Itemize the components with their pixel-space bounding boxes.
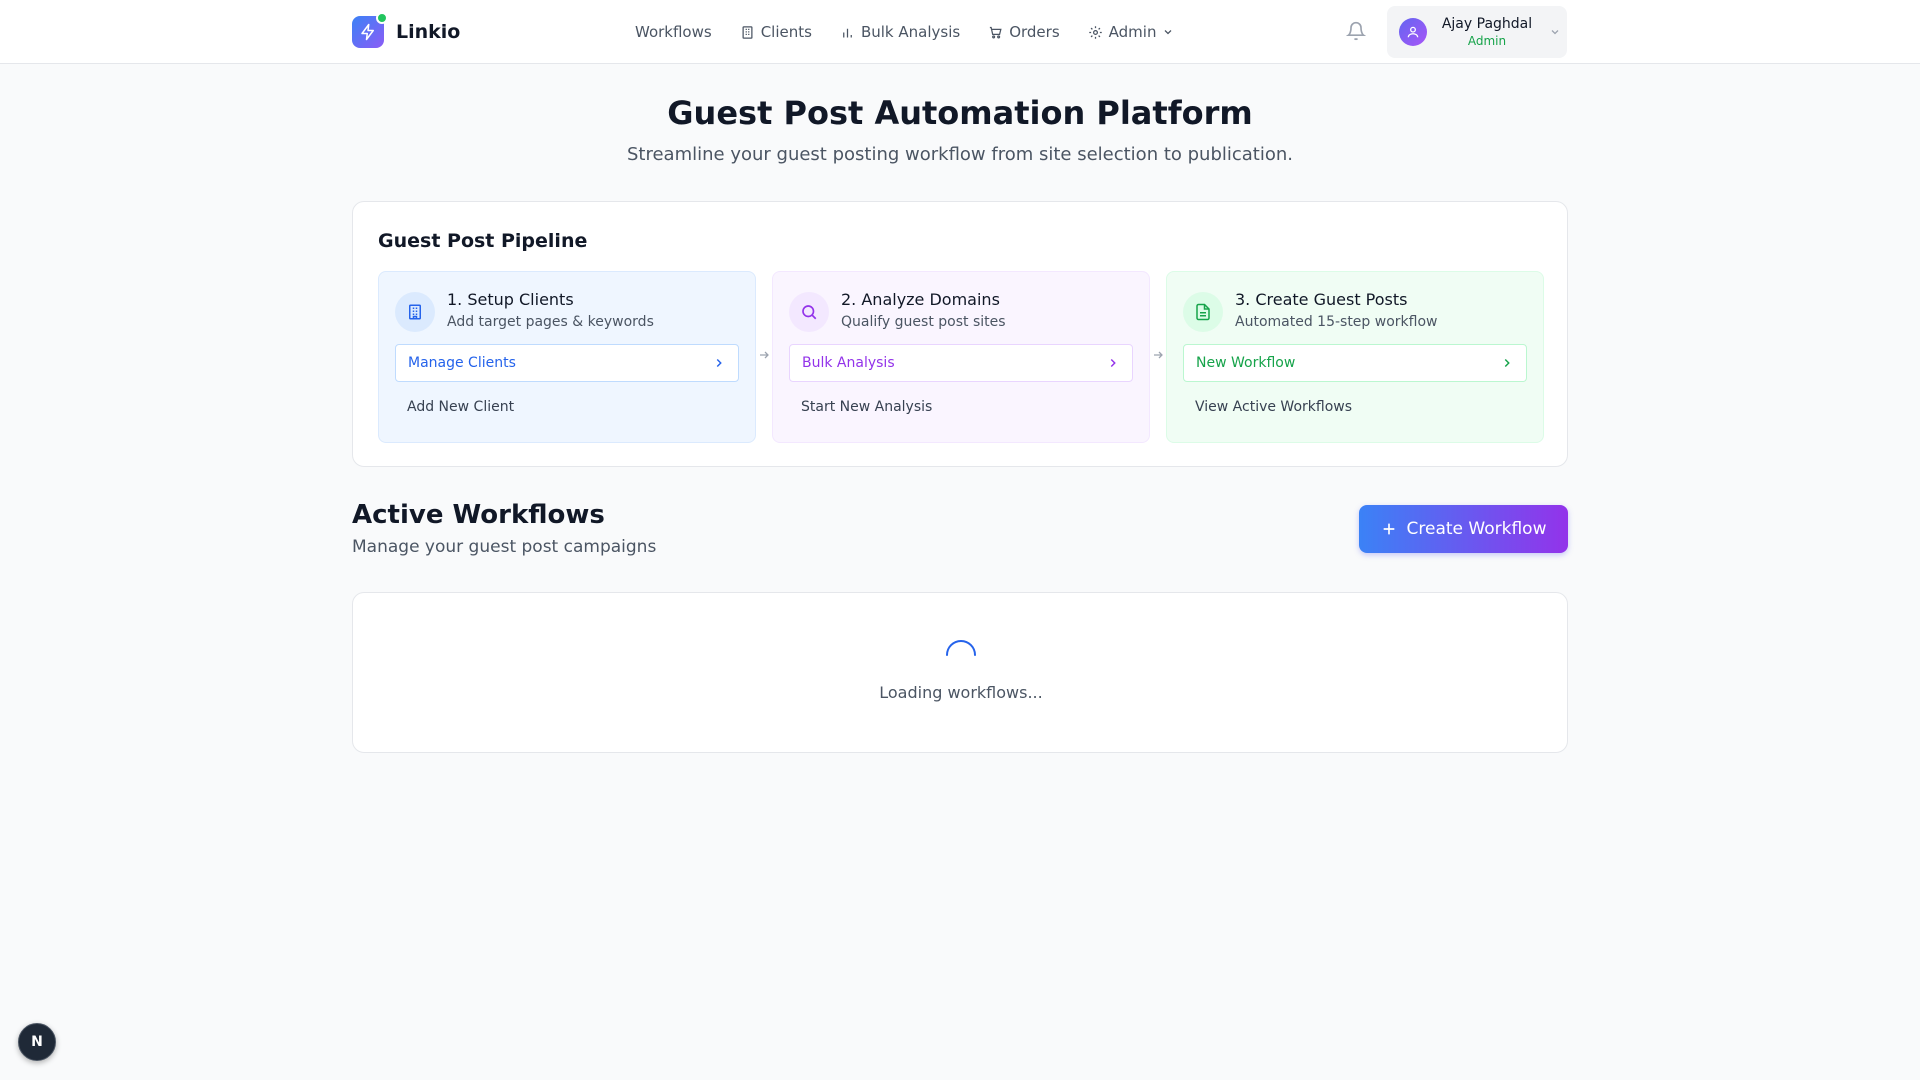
start-new-analysis-link[interactable]: Start New Analysis: [801, 399, 932, 415]
section-title: Active Workflows: [352, 500, 605, 530]
dev-tools-badge[interactable]: N: [18, 1023, 56, 1061]
nav-item-orders[interactable]: Orders: [988, 23, 1060, 41]
pipeline-title: Guest Post Pipeline: [378, 230, 588, 252]
user-role: Admin: [1467, 34, 1507, 48]
page-title: Guest Post Automation Platform: [667, 94, 1253, 132]
chevron-right-icon: [1110, 358, 1116, 368]
notifications-button[interactable]: [1345, 21, 1367, 45]
add-new-client-link[interactable]: Add New Client: [407, 399, 514, 415]
button-label: Bulk Analysis: [802, 355, 895, 371]
gear-icon: [1088, 25, 1102, 39]
nav-item-workflows[interactable]: Workflows: [635, 23, 712, 41]
status-dot: [376, 12, 388, 24]
bell-icon: [1345, 21, 1367, 41]
nav-item-label: Bulk Analysis: [860, 23, 961, 41]
nav-item-label: Orders: [1009, 23, 1060, 41]
avatar: [1399, 18, 1427, 46]
nav-item-label: Clients: [760, 23, 812, 41]
building-icon: [395, 292, 435, 332]
bulk-analysis-button[interactable]: Bulk Analysis: [789, 344, 1133, 382]
view-active-workflows-link[interactable]: View Active Workflows: [1195, 399, 1352, 415]
user-icon: [1407, 26, 1419, 38]
cart-icon: [990, 26, 1002, 38]
user-menu[interactable]: Ajay Paghdal Admin: [1387, 6, 1567, 58]
workflows-loading-card: Loading workflows...: [352, 592, 1568, 753]
stage-title: 1. Setup Clients: [447, 290, 574, 309]
nav-item-admin[interactable]: Admin: [1088, 23, 1175, 41]
nav-item-label: Admin: [1108, 23, 1157, 41]
main-nav: Workflows Clients Bulk Analysis Orders A…: [635, 20, 1202, 44]
chevron-down-icon: [1551, 30, 1559, 35]
nav-item-label: Workflows: [635, 23, 712, 41]
search-icon: [789, 292, 829, 332]
stage-description: Qualify guest post sites: [841, 314, 1006, 330]
top-navigation-bar: Linkio Workflows Clients Bulk Analysis O…: [0, 0, 1920, 64]
pipeline-stage-setup-clients: 1. Setup Clients Add target pages & keyw…: [378, 271, 756, 443]
document-icon: [1183, 292, 1223, 332]
pipeline-stage-analyze-domains: 2. Analyze Domains Qualify guest post si…: [772, 271, 1150, 443]
stage-title: 2. Analyze Domains: [841, 290, 1000, 309]
chevron-down-icon: [1165, 30, 1172, 35]
pipeline-card: Guest Post Pipeline 1. Setup Clients Add…: [352, 201, 1568, 467]
create-workflow-button[interactable]: Create Workflow: [1359, 505, 1568, 553]
nav-item-bulk-analysis[interactable]: Bulk Analysis: [840, 23, 960, 41]
nav-item-clients[interactable]: Clients: [740, 23, 812, 41]
bar-chart-icon: [843, 28, 852, 37]
loading-spinner-icon: [946, 640, 976, 656]
loading-text: Loading workflows...: [879, 683, 1043, 702]
new-workflow-button[interactable]: New Workflow: [1183, 344, 1527, 382]
chevron-right-icon: [1504, 358, 1510, 368]
chevron-right-icon: [716, 358, 722, 368]
plus-icon: [1383, 523, 1394, 535]
lightning-bolt-icon: [352, 12, 388, 48]
arrow-right-icon: [760, 351, 769, 359]
user-name: Ajay Paghdal: [1441, 16, 1533, 32]
stage-description: Automated 15-step workflow: [1235, 314, 1438, 330]
arrow-right-icon: [1154, 351, 1163, 359]
stage-title: 3. Create Guest Posts: [1235, 290, 1408, 309]
manage-clients-button[interactable]: Manage Clients: [395, 344, 739, 382]
button-label: Manage Clients: [408, 355, 516, 371]
pipeline-stage-create-guest-posts: 3. Create Guest Posts Automated 15-step …: [1166, 271, 1544, 443]
brand-logo[interactable]: Linkio: [352, 12, 461, 48]
brand-name: Linkio: [396, 21, 461, 43]
user-info: Ajay Paghdal Admin: [1439, 15, 1535, 49]
page-subtitle: Streamline your guest posting workflow f…: [626, 144, 1294, 165]
button-label: Create Workflow: [1406, 519, 1547, 539]
button-label: New Workflow: [1196, 355, 1296, 371]
stage-description: Add target pages & keywords: [447, 314, 654, 330]
section-subtitle: Manage your guest post campaigns: [352, 537, 657, 557]
building-icon: [742, 25, 753, 39]
